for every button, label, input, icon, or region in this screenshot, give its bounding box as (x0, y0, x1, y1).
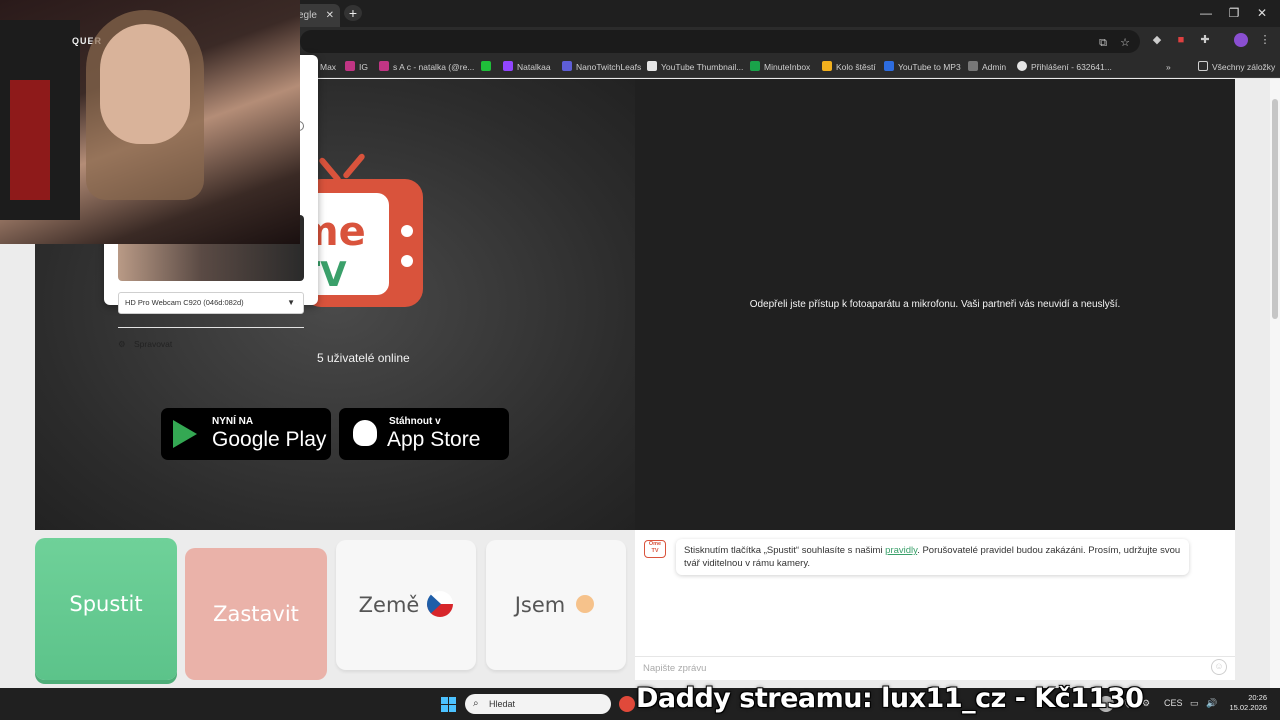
stream-donation-overlay: Daddy streamu: lux11_cz - Kč1130 (636, 683, 1144, 714)
taskbar-clock[interactable]: 20:26 15.02.2026 (1225, 693, 1267, 713)
online-count: 5 uživatelé online (317, 351, 410, 365)
bookmark-item[interactable]: Admin (968, 60, 1006, 74)
language-indicator[interactable]: CES (1164, 698, 1183, 708)
tab-title: egle (298, 10, 317, 21)
stop-button[interactable]: Zastavit (185, 548, 327, 680)
bookmarks-overflow-button[interactable]: » (1166, 60, 1171, 74)
all-bookmarks-button[interactable]: Všechny záložky (1198, 60, 1275, 74)
instagram-icon (379, 61, 389, 71)
bookmark-item[interactable]: s A c - natalka (@re... (379, 60, 474, 74)
manage-button[interactable]: ⚙ Spravovat (118, 339, 172, 350)
ometv-small-logo: Ome TV (644, 540, 666, 558)
close-window-button[interactable]: ✕ (1252, 6, 1272, 20)
divider (118, 327, 304, 328)
message-input[interactable]: Napište zprávu (635, 656, 1235, 680)
bookmark-item[interactable]: YouTube Thumbnail... (647, 60, 743, 74)
google-play-icon (173, 420, 197, 448)
menu-kebab-icon[interactable]: ⋮ (1258, 33, 1272, 47)
bookmark-favicon-icon (750, 61, 760, 71)
czech-flag-icon (427, 591, 454, 617)
screen: egle ✕ + — ❐ ✕ ⧉ ☆ ◆ ■ ✚ ⋮ Max IG s A c … (0, 0, 1280, 720)
start-button[interactable]: Spustit (35, 538, 177, 680)
woman-emoji-icon (573, 591, 598, 617)
kick-icon (481, 61, 491, 71)
tab-close-icon[interactable]: ✕ (326, 4, 334, 27)
emoji-picker-icon[interactable]: ☺ (1211, 659, 1227, 675)
camera-device-select[interactable]: HD Pro Webcam C920 (046d:082d) ▼ (118, 292, 304, 314)
streamer-face (100, 24, 190, 144)
bookmark-item[interactable]: YouTube to MP3 (884, 60, 961, 74)
tv-knob (401, 225, 413, 237)
google-play-button[interactable]: NYNÍ NA Google Play (161, 408, 331, 460)
extension-icon[interactable]: ◆ (1150, 33, 1164, 47)
scrollbar-thumb[interactable] (1272, 99, 1278, 319)
gender-button[interactable]: Jsem (486, 540, 626, 670)
install-app-icon[interactable]: ⧉ (1096, 36, 1110, 50)
app-store-button[interactable]: Stáhnout v App Store (339, 408, 509, 460)
profile-avatar[interactable] (1234, 33, 1248, 47)
streamer-webcam-overlay: QUER (0, 0, 300, 244)
bookmark-item[interactable]: Přihlášení - 632641... (1017, 60, 1112, 74)
bookmark-item[interactable]: MinuteInbox (750, 60, 810, 74)
display-icon[interactable]: ▭ (1190, 698, 1199, 709)
bookmark-favicon-icon (1017, 61, 1027, 71)
volume-icon[interactable]: 🔊 (1206, 698, 1217, 709)
bookmark-favicon-icon (647, 61, 657, 71)
apple-icon (353, 420, 377, 446)
bookmark-favicon-icon (822, 61, 832, 71)
bookmark-item[interactable] (481, 60, 495, 74)
bookmark-star-icon[interactable]: ☆ (1118, 36, 1132, 50)
partner-video-area: Odepřeli jste přístup k fotoaparátu a mi… (635, 79, 1235, 530)
windows-start-icon[interactable] (441, 697, 456, 712)
chrome-icon[interactable] (619, 696, 635, 712)
tv-antenna (342, 152, 366, 180)
gear-icon: ⚙ (118, 339, 126, 349)
bookmark-favicon-icon (562, 61, 572, 71)
camera-denied-message: Odepřeli jste přístup k fotoaparátu a mi… (749, 299, 1121, 310)
chat-panel: Ome TV Stisknutím tlačítka „Spustit“ sou… (635, 530, 1235, 680)
twitch-icon (503, 61, 513, 71)
new-tab-button[interactable]: + (344, 5, 362, 21)
rules-notice: Stisknutím tlačítka „Spustit“ souhlasíte… (676, 539, 1189, 575)
address-bar[interactable]: ⧉ ☆ (300, 30, 1140, 53)
folder-icon (1198, 61, 1208, 71)
instagram-icon (345, 61, 355, 71)
search-icon: ⌕ (473, 698, 479, 709)
open-external-icon[interactable]: ⧉ (292, 338, 299, 349)
bookmark-item[interactable]: IG (345, 60, 368, 74)
taskbar-search[interactable]: ⌕ Hledat (465, 694, 611, 714)
extensions-puzzle-icon[interactable]: ✚ (1198, 33, 1212, 47)
bookmark-favicon-icon (968, 61, 978, 71)
tv-antenna (318, 156, 342, 184)
rules-link[interactable]: pravidly (885, 545, 917, 556)
bookmark-item[interactable]: Kolo štěstí (822, 60, 876, 74)
country-button[interactable]: Země (336, 540, 476, 670)
extension-pdf-icon[interactable]: ■ (1174, 33, 1188, 47)
minimize-button[interactable]: — (1196, 6, 1216, 20)
bookmark-favicon-icon (884, 61, 894, 71)
ometv-logo: me TV (283, 152, 423, 307)
page-scrollbar[interactable] (1270, 79, 1280, 688)
bookmark-item[interactable]: Natalkaa (503, 60, 551, 74)
dropdown-caret-icon: ▼ (287, 298, 295, 307)
bookmark-item[interactable]: NanoTwitchLeafs (562, 60, 641, 74)
tv-knob (401, 255, 413, 267)
gaming-chair-accent (10, 80, 50, 200)
maximize-button[interactable]: ❐ (1224, 6, 1244, 20)
